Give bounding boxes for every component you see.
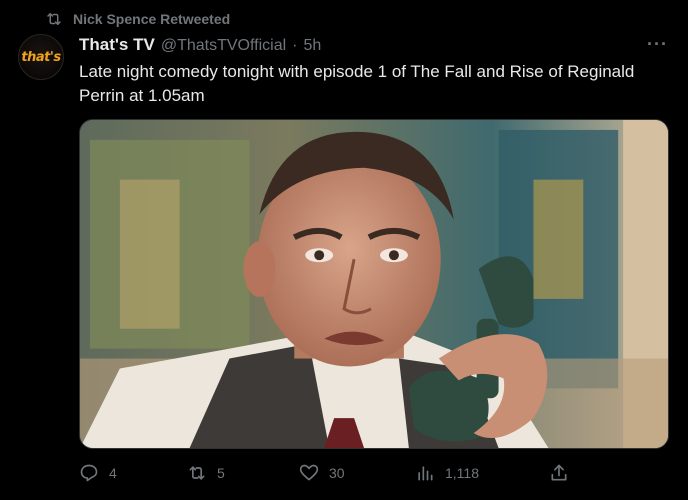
- retweet-icon: [47, 13, 61, 25]
- views-count: 1,118: [445, 465, 479, 481]
- avatar-logo-text: that's: [21, 49, 61, 65]
- separator-dot: ·: [292, 37, 298, 54]
- like-button[interactable]: 30: [299, 463, 345, 483]
- views-chart-icon: [418, 466, 433, 481]
- retweet-count: 5: [217, 465, 225, 481]
- reply-count: 4: [109, 465, 117, 481]
- avatar[interactable]: that's: [18, 34, 64, 80]
- tweet-text: Late night comedy tonight with episode 1…: [79, 62, 635, 105]
- reply-icon: [80, 464, 98, 482]
- tweet-header: That's TV @ThatsTVOfficial · 5h: [79, 35, 321, 55]
- tweet-actions: 4 5 30 1,118: [79, 463, 579, 489]
- retweet-button[interactable]: 5: [187, 463, 225, 483]
- timestamp[interactable]: 5h: [303, 37, 321, 55]
- tweet-media-image[interactable]: [79, 119, 669, 449]
- retweet-context[interactable]: Nick Spence Retweeted: [45, 10, 230, 28]
- like-count: 30: [329, 465, 345, 481]
- retweet-icon: [189, 466, 205, 480]
- retweet-label: Nick Spence Retweeted: [73, 11, 231, 27]
- more-options-button[interactable]: ···: [647, 34, 668, 55]
- reply-button[interactable]: 4: [79, 463, 117, 483]
- heart-icon: [299, 464, 319, 481]
- views-button[interactable]: 1,118: [415, 463, 479, 483]
- tweet[interactable]: Nick Spence Retweeted that's That's TV @…: [0, 0, 688, 500]
- share-icon: [551, 464, 567, 481]
- handle[interactable]: @ThatsTVOfficial: [161, 37, 286, 55]
- share-button[interactable]: [549, 463, 569, 483]
- display-name[interactable]: That's TV: [79, 35, 155, 55]
- photo-image: [80, 120, 668, 448]
